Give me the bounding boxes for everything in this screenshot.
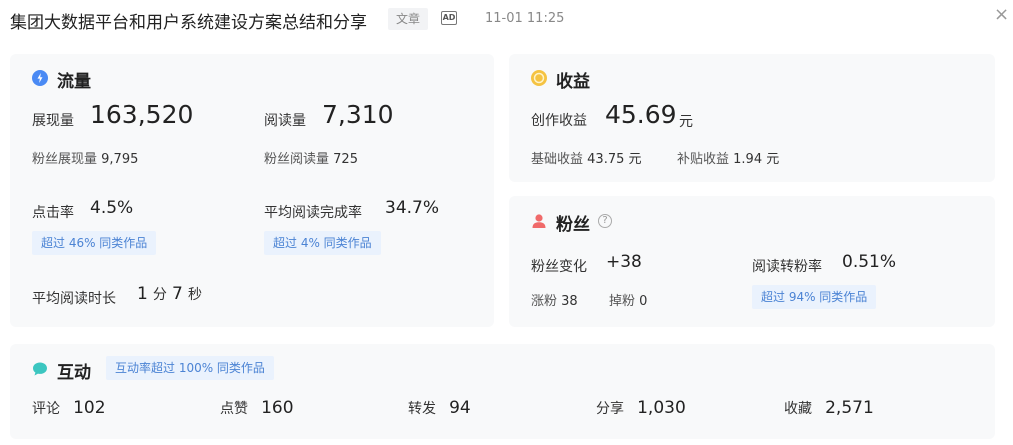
ad-icon: AD	[441, 11, 457, 25]
fan-impressions-label: 粉丝展现量	[32, 152, 98, 167]
subsidy-earnings-label: 补贴收益	[677, 152, 730, 167]
interaction-stat-reposts: 转发 94	[408, 398, 471, 418]
interaction-card: 互动 互动率超过 100% 同类作品 评论 102 点赞 160 转发 94 分…	[10, 344, 995, 439]
completion-value: 34.7%	[385, 198, 440, 218]
user-icon	[532, 214, 546, 228]
likes-label: 点赞	[220, 401, 248, 417]
article-header: 集团大数据平台和用户系统建设方案总结和分享 文章 AD 11-01 11:25 …	[0, 0, 1013, 40]
interaction-stat-shares: 分享 1,030	[596, 398, 686, 418]
completion-label: 平均阅读完成率	[264, 205, 362, 221]
likes-value: 160	[261, 398, 294, 418]
read-to-fan-rank-badge: 超过 94% 同类作品	[752, 285, 877, 309]
coin-icon	[531, 70, 547, 86]
read-to-fan-value: 0.51%	[842, 252, 897, 272]
favorites-value: 2,571	[825, 398, 874, 418]
favorites-label: 收藏	[784, 401, 812, 417]
chat-bubble-icon	[33, 362, 47, 376]
article-type-tag: 文章	[388, 8, 429, 30]
fan-reads-value: 725	[333, 152, 358, 167]
duration-seconds-unit: 秒	[187, 287, 202, 303]
ctr-rank-badge: 超过 46% 同类作品	[32, 231, 157, 255]
earnings-card: 收益 创作收益 45.69 元 基础收益 43.75 元 补贴收益 1.94 元	[509, 54, 995, 182]
impressions-value: 163,520	[90, 100, 194, 129]
publish-time: 11-01 11:25	[485, 11, 565, 26]
creation-earnings-value: 45.69	[605, 100, 677, 129]
base-earnings-value: 43.75 元	[587, 152, 642, 167]
reads-label: 阅读量	[264, 113, 306, 129]
fans-change-label: 粉丝变化	[531, 259, 587, 275]
completion-rank-badge: 超过 4% 同类作品	[264, 231, 381, 255]
duration-minutes-unit: 分	[152, 287, 167, 303]
subsidy-earnings-value: 1.94 元	[733, 152, 780, 167]
help-icon[interactable]: ?	[598, 214, 612, 228]
fan-impressions-value: 9,795	[101, 152, 139, 167]
fans-loss-value: 0	[639, 294, 648, 309]
ctr-label: 点击率	[32, 205, 74, 221]
traffic-card: 流量 展现量 163,520 阅读量 7,310 粉丝展现量 9,795 粉丝阅…	[10, 54, 494, 327]
duration-seconds: 7	[172, 284, 183, 304]
base-earnings: 基础收益 43.75 元	[531, 148, 642, 167]
fans-gain: 涨粉 38	[531, 290, 578, 309]
fans-gain-label: 涨粉	[531, 294, 558, 309]
shares-label: 分享	[596, 401, 624, 417]
interaction-title: 互动	[57, 363, 91, 383]
fan-impressions: 粉丝展现量 9,795	[32, 148, 138, 167]
interaction-rank-badge: 互动率超过 100% 同类作品	[106, 356, 274, 380]
fans-gain-value: 38	[561, 294, 578, 309]
reads-value: 7,310	[322, 100, 394, 129]
fans-card: 粉丝 ? 粉丝变化 +38 阅读转粉率 0.51% 涨粉 38 掉粉 0 超过 …	[509, 196, 995, 327]
earnings-title: 收益	[556, 72, 590, 92]
interaction-stat-likes: 点赞 160	[220, 398, 294, 418]
close-icon[interactable]: ×	[994, 4, 1009, 25]
duration-label: 平均阅读时长	[32, 291, 116, 307]
creation-earnings-label: 创作收益	[531, 113, 587, 129]
article-title[interactable]: 集团大数据平台和用户系统建设方案总结和分享	[10, 8, 367, 33]
fans-title: 粉丝	[556, 215, 590, 235]
fans-change-value: +38	[606, 252, 642, 272]
impressions-label: 展现量	[32, 113, 74, 129]
reposts-value: 94	[449, 398, 471, 418]
fans-loss-label: 掉粉	[609, 294, 636, 309]
fans-loss: 掉粉 0	[609, 290, 647, 309]
comments-label: 评论	[32, 401, 60, 417]
duration-minutes: 1	[137, 284, 148, 304]
base-earnings-label: 基础收益	[531, 152, 584, 167]
subsidy-earnings: 补贴收益 1.94 元	[677, 148, 779, 167]
lightning-icon	[32, 70, 48, 86]
traffic-title: 流量	[57, 72, 91, 92]
fan-reads-label: 粉丝阅读量	[264, 152, 330, 167]
read-to-fan-label: 阅读转粉率	[752, 259, 822, 275]
shares-value: 1,030	[637, 398, 686, 418]
creation-earnings-unit: 元	[679, 114, 693, 130]
reposts-label: 转发	[408, 401, 436, 417]
duration-value: 1 分 7 秒	[137, 284, 202, 304]
interaction-stat-comments: 评论 102	[32, 398, 106, 418]
fan-reads: 粉丝阅读量 725	[264, 148, 358, 167]
comments-value: 102	[73, 398, 106, 418]
interaction-stat-favorites: 收藏 2,571	[784, 398, 874, 418]
ctr-value: 4.5%	[90, 198, 134, 218]
